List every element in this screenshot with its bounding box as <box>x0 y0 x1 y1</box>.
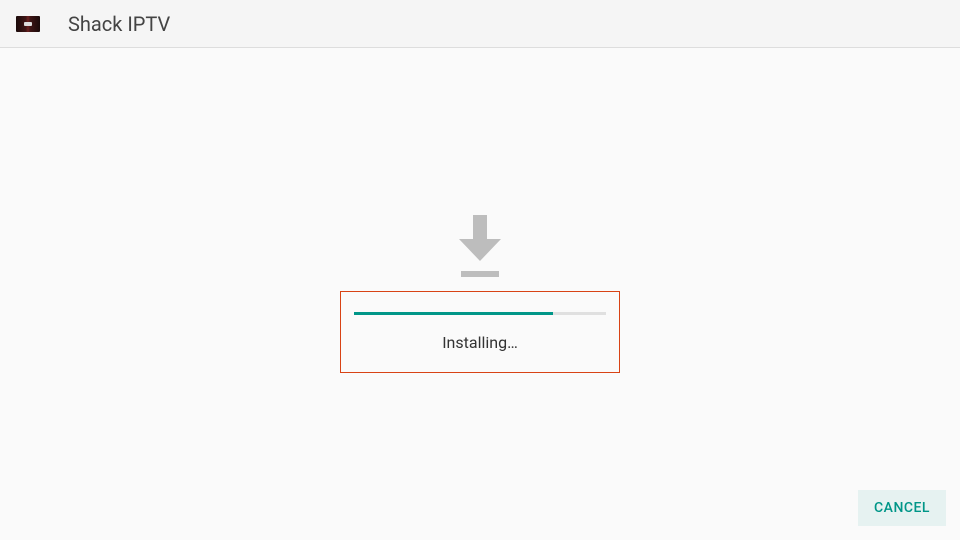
cancel-button[interactable]: CANCEL <box>858 490 946 526</box>
install-progress-box: Installing… <box>340 291 620 373</box>
app-header: Shack IPTV <box>0 0 960 48</box>
progress-fill <box>354 312 553 315</box>
install-screen: Installing… <box>0 48 960 540</box>
progress-bar <box>354 312 606 315</box>
footer-actions: CANCEL <box>858 490 946 526</box>
download-icon <box>455 215 505 279</box>
app-title: Shack IPTV <box>68 12 170 36</box>
app-icon <box>16 16 40 32</box>
install-status-text: Installing… <box>442 333 518 352</box>
